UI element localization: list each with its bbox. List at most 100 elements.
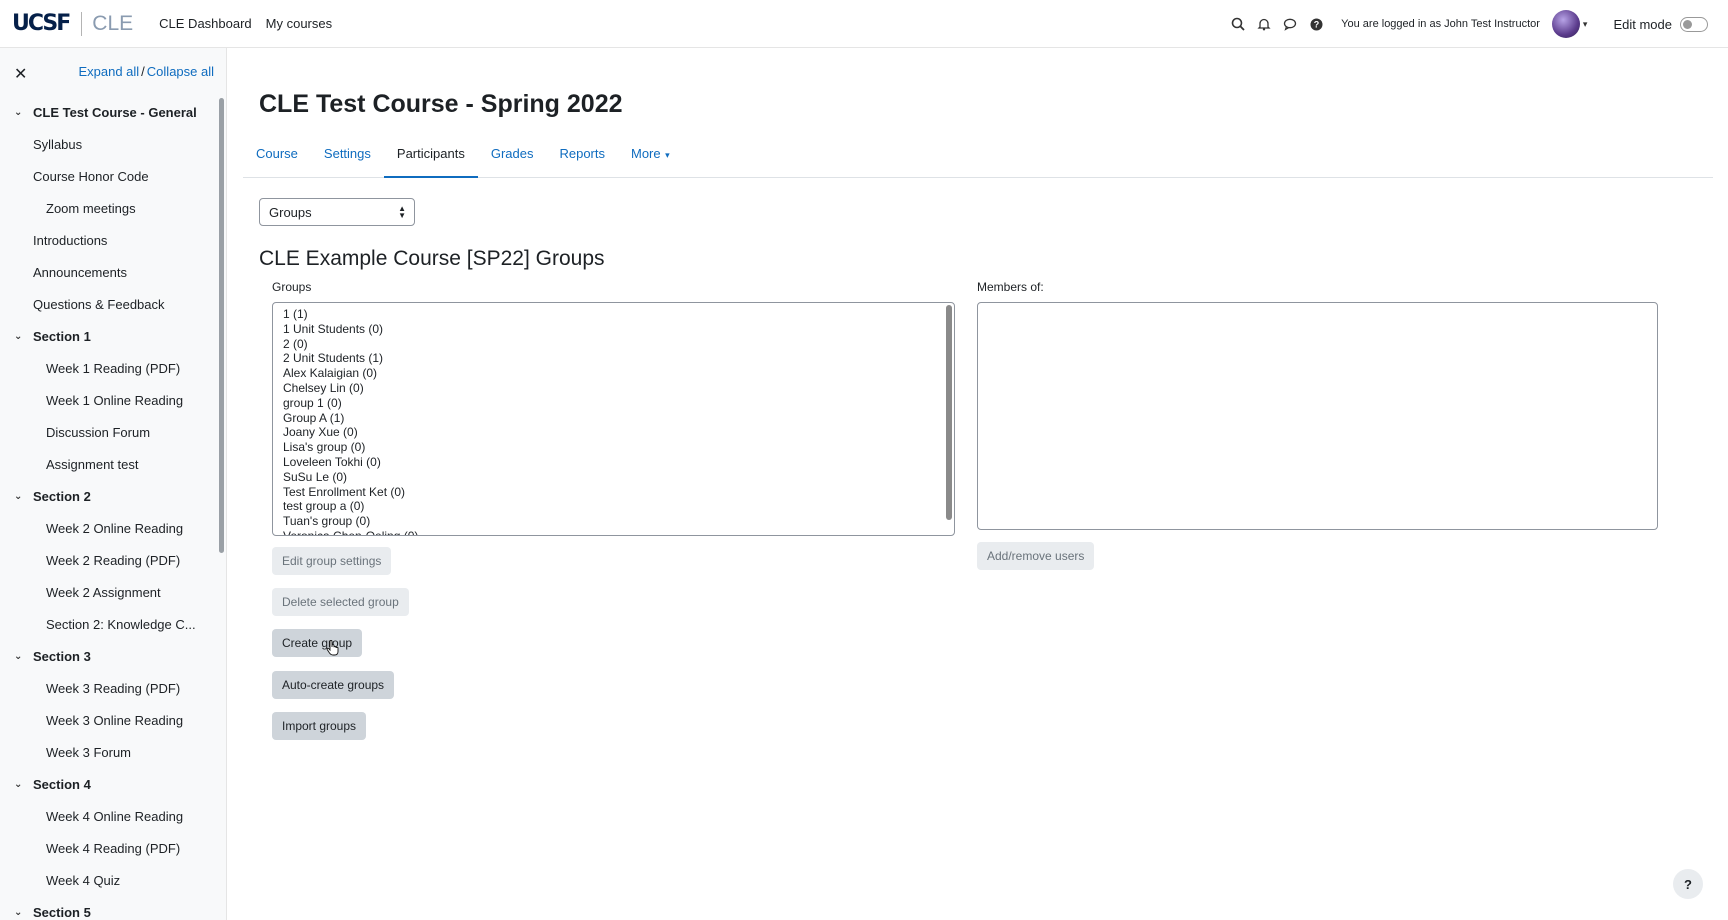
cle-logo-text: CLE xyxy=(92,11,134,35)
course-index-list: ⌄ CLE Test Course - General Syllabus Course… xyxy=(0,96,220,920)
chevron-down-icon[interactable]: ⌄ xyxy=(14,779,33,790)
members-listbox[interactable] xyxy=(977,302,1658,530)
chevron-down-icon[interactable]: ⌄ xyxy=(14,651,33,662)
members-list-label: Members of: xyxy=(977,280,1044,294)
add-remove-users-button[interactable]: Add/remove users xyxy=(977,542,1095,570)
course-index-section-label: Section 2 xyxy=(33,488,91,504)
nav-link-my-courses[interactable]: My courses xyxy=(266,16,332,31)
course-index-section[interactable]: ⌄ Section 2 xyxy=(0,480,220,512)
group-option[interactable]: Loveleen Tokhi (0) xyxy=(283,455,954,470)
group-option[interactable]: 2 (0) xyxy=(283,337,954,352)
user-avatar[interactable] xyxy=(1551,10,1580,38)
group-option[interactable]: Chelsey Lin (0) xyxy=(283,381,954,396)
course-index-item[interactable]: Week 4 Quiz xyxy=(0,864,220,896)
chevron-down-icon: ▾ xyxy=(662,150,670,160)
site-logo[interactable]: UCSF CLE xyxy=(12,0,133,48)
course-secondary-nav: Course Settings Participants Grades Repo… xyxy=(243,138,1713,178)
chat-bubble-icon[interactable] xyxy=(1277,11,1303,37)
course-index-item[interactable]: Week 1 Reading (PDF) xyxy=(0,352,220,384)
group-option[interactable]: Alex Kalaigian (0) xyxy=(283,366,954,381)
course-index-section[interactable]: ⌄ Section 5 xyxy=(0,896,220,920)
course-index-section-label: Section 1 xyxy=(33,328,91,344)
group-option[interactable]: 1 Unit Students (0) xyxy=(283,322,954,337)
chevron-down-icon[interactable]: ⌄ xyxy=(14,491,33,502)
delete-selected-group-button[interactable]: Delete selected group xyxy=(272,588,409,616)
import-groups-button[interactable]: Import groups xyxy=(272,712,367,740)
search-icon[interactable] xyxy=(1225,11,1251,37)
select-value: Groups xyxy=(269,205,312,220)
tab-participants[interactable]: Participants xyxy=(383,138,478,178)
bell-icon[interactable] xyxy=(1251,11,1277,37)
help-circle-icon[interactable]: ? xyxy=(1303,11,1329,37)
chevron-down-icon[interactable]: ▾ xyxy=(1583,19,1588,30)
course-index-item[interactable]: Course Honor Code xyxy=(0,160,220,192)
course-index-item[interactable]: Week 2 Assignment xyxy=(0,576,220,608)
course-index-item[interactable]: Week 1 Online Reading xyxy=(0,384,220,416)
edit-mode-label: Edit mode xyxy=(1613,16,1672,32)
groups-heading: CLE Example Course [SP22] Groups xyxy=(259,247,605,270)
course-index-section-label: Section 3 xyxy=(33,648,91,664)
edit-mode-toggle[interactable] xyxy=(1680,16,1708,32)
course-index-drawer: ✕ Expand all / Collapse all ⌄ CLE Test Cour… xyxy=(0,48,227,920)
course-index-item[interactable]: Week 4 Reading (PDF) xyxy=(0,832,220,864)
tab-settings[interactable]: Settings xyxy=(311,138,384,178)
course-index-item[interactable]: Discussion Forum xyxy=(0,416,220,448)
tab-course[interactable]: Course xyxy=(243,138,311,178)
course-index-item[interactable]: Zoom meetings xyxy=(0,192,220,224)
ucsf-logo-text: UCSF xyxy=(12,11,71,36)
edit-group-settings-button[interactable]: Edit group settings xyxy=(272,547,392,575)
nav-link-dashboard[interactable]: CLE Dashboard xyxy=(159,16,252,31)
tab-reports[interactable]: Reports xyxy=(546,138,618,178)
group-option[interactable]: 1 (1) xyxy=(283,307,954,322)
help-button[interactable]: ? xyxy=(1673,869,1703,899)
group-option[interactable]: Lisa's group (0) xyxy=(283,440,954,455)
course-index-item[interactable]: Week 4 Online Reading xyxy=(0,800,220,832)
tab-more[interactable]: More ▾ xyxy=(618,138,683,178)
course-index-item[interactable]: Announcements xyxy=(0,256,220,288)
tab-more-label: More xyxy=(631,146,661,161)
course-index-section-label: CLE Test Course - General xyxy=(33,104,197,120)
group-option[interactable]: Tuan's group (0) xyxy=(283,514,954,529)
group-option[interactable]: Group A (1) xyxy=(283,411,954,426)
svg-text:?: ? xyxy=(1313,19,1319,29)
group-option[interactable]: Veronica Chen-Oeling (0) xyxy=(283,529,954,535)
chevron-down-icon[interactable]: ⌄ xyxy=(14,331,33,342)
tab-grades[interactable]: Grades xyxy=(478,138,547,178)
expand-all-link[interactable]: Expand all xyxy=(78,64,139,79)
collapse-all-link[interactable]: Collapse all xyxy=(147,64,214,79)
course-index-section[interactable]: ⌄ Section 4 xyxy=(0,768,220,800)
close-drawer-icon[interactable]: ✕ xyxy=(14,64,27,84)
auto-create-groups-button[interactable]: Auto-create groups xyxy=(272,671,395,699)
top-navbar: UCSF CLE CLE Dashboard My courses ? You … xyxy=(0,0,1728,48)
groups-listbox-scrollbar[interactable] xyxy=(946,305,952,520)
course-index-item[interactable]: Week 2 Online Reading xyxy=(0,512,220,544)
drawer-scrollbar[interactable] xyxy=(219,98,224,553)
group-option[interactable]: group 1 (0) xyxy=(283,396,954,411)
course-index-item[interactable]: Syllabus xyxy=(0,128,220,160)
course-index-item[interactable]: Week 3 Online Reading xyxy=(0,704,220,736)
course-index-item[interactable]: Questions & Feedback xyxy=(0,288,220,320)
group-option[interactable]: Joany Xue (0) xyxy=(283,425,954,440)
course-index-section[interactable]: ⌄ Section 3 xyxy=(0,640,220,672)
course-index-item[interactable]: Introductions xyxy=(0,224,220,256)
groups-listbox[interactable]: 1 (1) 1 Unit Students (0) 2 (0) 2 Unit Stud… xyxy=(272,302,955,536)
course-index-section-label: Section 5 xyxy=(33,904,91,920)
course-index-item[interactable]: Section 2: Knowledge C... xyxy=(0,608,220,640)
select-arrows-icon: ▲ ▼ xyxy=(398,204,406,220)
chevron-down-icon[interactable]: ⌄ xyxy=(14,907,33,918)
group-option[interactable]: Test Enrollment Ket (0) xyxy=(283,485,954,500)
course-index-section[interactable]: ⌄ CLE Test Course - General xyxy=(0,96,220,128)
group-option[interactable]: SuSu Le (0) xyxy=(283,470,954,485)
course-index-item[interactable]: Week 2 Reading (PDF) xyxy=(0,544,220,576)
create-group-button[interactable]: Create group xyxy=(272,629,363,657)
chevron-down-icon[interactable]: ⌄ xyxy=(14,107,33,118)
course-index-item[interactable]: Week 3 Reading (PDF) xyxy=(0,672,220,704)
group-option[interactable]: test group a (0) xyxy=(283,499,954,514)
course-index-section[interactable]: ⌄ Section 1 xyxy=(0,320,220,352)
page-title: CLE Test Course - Spring 2022 xyxy=(259,90,623,118)
edit-mode-control[interactable]: Edit mode xyxy=(1613,16,1708,32)
group-option[interactable]: 2 Unit Students (1) xyxy=(283,351,954,366)
course-index-item[interactable]: Week 3 Forum xyxy=(0,736,220,768)
course-index-item[interactable]: Assignment test xyxy=(0,448,220,480)
participants-page-select[interactable]: Groups ▲ ▼ xyxy=(259,198,415,226)
